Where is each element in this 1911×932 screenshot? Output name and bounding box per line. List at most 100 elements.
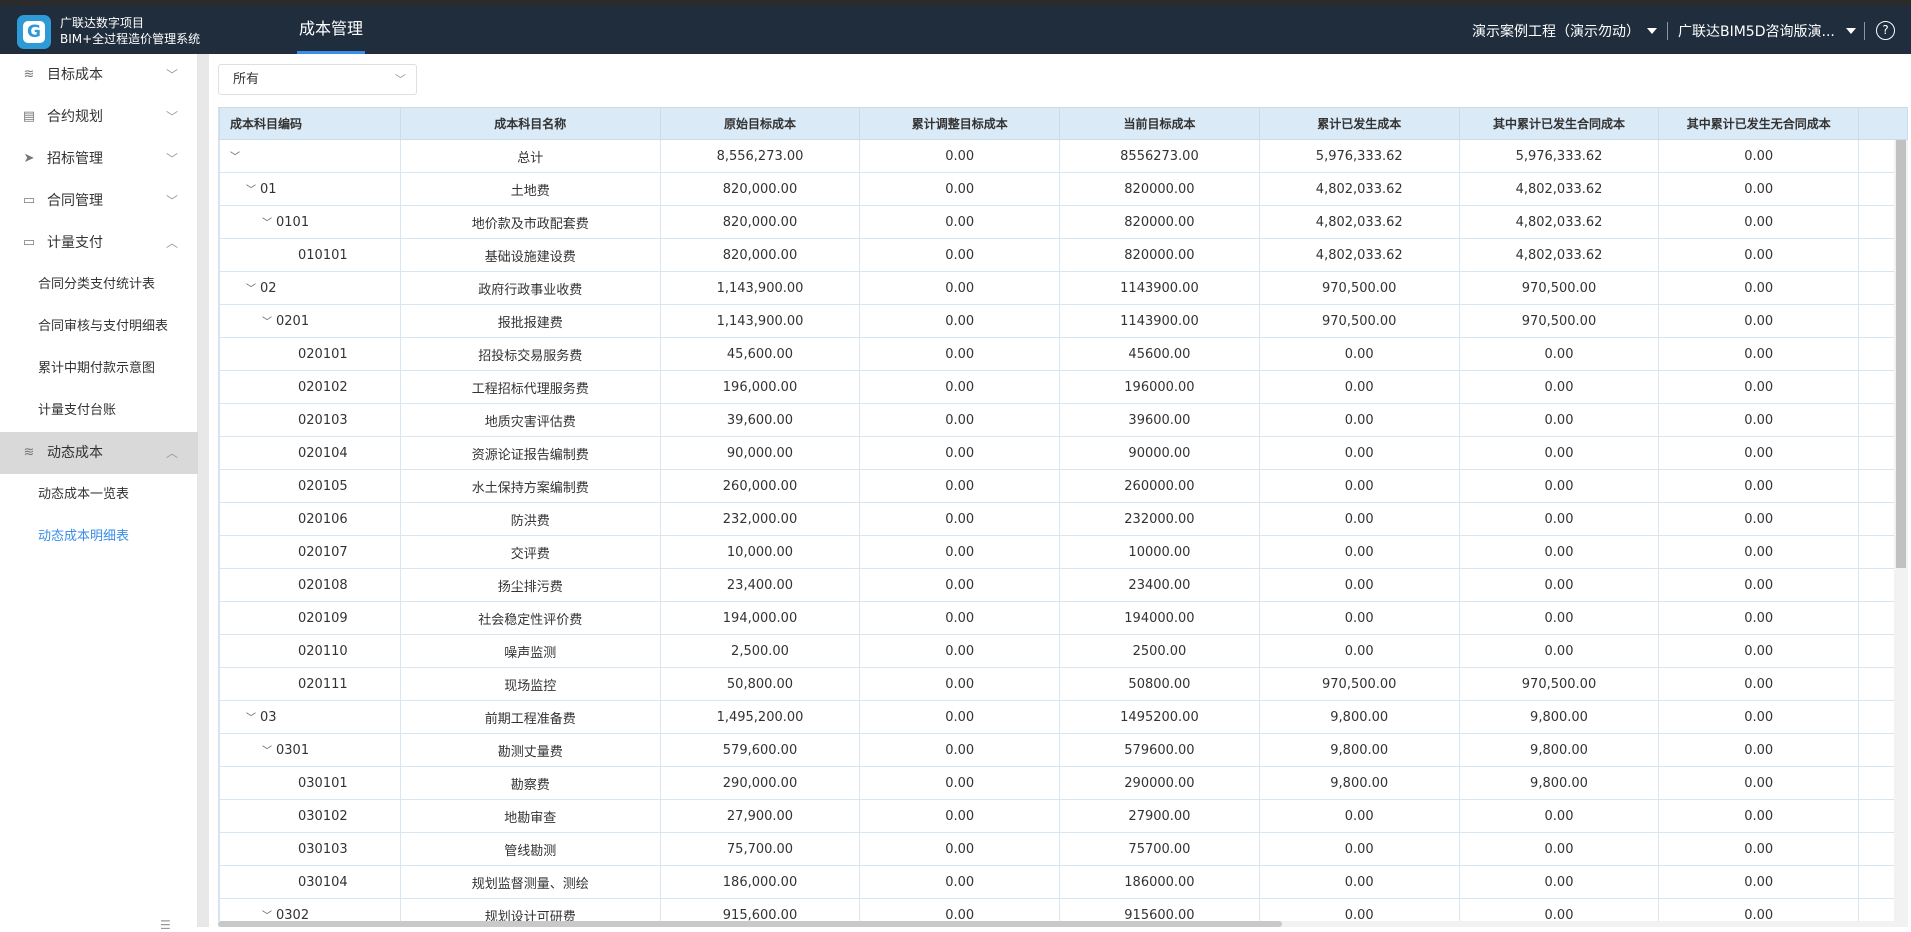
sidebar-item-dynamic-cost[interactable]: ≋ 动态成本 ︿ — [0, 432, 198, 474]
brand-title: 广联达数字项目 BIM+全过程造价管理系统 — [60, 15, 200, 47]
column-header[interactable]: 累计已发生成本 — [1258, 107, 1460, 140]
cell-adj: 0.00 — [859, 304, 1061, 338]
table-row[interactable]: 020101 招投标交易服务费 45,600.00 0.00 45600.00 0.00 0… — [219, 337, 1908, 371]
cell-code: 020110 — [219, 634, 401, 668]
tree-toggle-icon[interactable]: ﹀ — [246, 709, 260, 724]
org-selector[interactable]: 广联达BIM5D咨询版演... — [1678, 21, 1835, 41]
cell-cur: 8556273.00 — [1059, 139, 1260, 173]
sidebar-subitem[interactable]: 合同分类支付统计表 — [0, 264, 198, 306]
column-header[interactable]: 原始目标成本 — [659, 107, 861, 140]
app-logo[interactable]: G — [17, 15, 51, 49]
sidebar-item-payment[interactable]: ▭ 计量支付 ︿ — [0, 222, 198, 264]
cell-noncontract: 0.00 — [1658, 601, 1860, 635]
cell-occ: 0.00 — [1258, 601, 1460, 635]
chevron-down-icon: ﹀ — [395, 73, 406, 86]
chevron-down-icon: ﹀ — [166, 110, 179, 124]
table-row[interactable]: ﹀ 01 土地费 820,000.00 0.00 820000.00 4,802,033.6… — [219, 172, 1908, 206]
sidebar-item-contract-planning[interactable]: ▤ 合约规划 ﹀ — [0, 96, 198, 138]
cell-cur: 186000.00 — [1059, 865, 1260, 899]
cell-code-text: 010101 — [298, 247, 348, 263]
sidebar-subitem-label: 计量支付台账 — [38, 403, 117, 418]
table-row[interactable]: ﹀ 0201 报批报建费 1,143,900.00 0.00 1143900.00 970,… — [219, 304, 1908, 338]
horizontal-scrollbar[interactable] — [218, 921, 1894, 927]
scroll-thumb[interactable] — [1896, 140, 1906, 568]
table-row[interactable]: 020111 现场监控 50,800.00 0.00 50800.00 970,500.0… — [219, 667, 1908, 701]
column-header[interactable]: 成本科目编码 — [219, 107, 401, 140]
sidebar-item-contracts[interactable]: ▭ 合同管理 ﹀ — [0, 180, 198, 222]
table-row[interactable]: 030103 管线勘测 75,700.00 0.00 75700.00 0.00 0.00 0… — [219, 832, 1908, 866]
column-header[interactable]: 其中累计已发生合同成本 — [1458, 107, 1660, 140]
tree-toggle-icon[interactable]: ﹀ — [246, 181, 260, 196]
sidebar-item-target-cost[interactable]: ≋ 目标成本 ﹀ — [0, 54, 198, 96]
table-row[interactable]: ﹀ 0101 地价款及市政配套费 820,000.00 0.00 820000.00 4,8… — [219, 205, 1908, 239]
sidebar-subitem[interactable]: 合同审核与支付明细表 — [0, 306, 198, 348]
table-row[interactable]: 030104 规划监督测量、测绘 186,000.00 0.00 186000.00 0.… — [219, 865, 1908, 899]
tree-toggle-icon[interactable]: ﹀ — [230, 148, 244, 163]
table-row[interactable]: 030101 勘察费 290,000.00 0.00 290000.00 9,800.00… — [219, 766, 1908, 800]
cell-cur: 196000.00 — [1059, 370, 1260, 404]
table-row[interactable]: 020106 防洪费 232,000.00 0.00 232000.00 0.00 0.00… — [219, 502, 1908, 536]
column-header[interactable]: 其中累计已发生无合同成本 — [1658, 107, 1860, 140]
cell-name: 社会稳定性评价费 — [399, 601, 661, 635]
coins-icon: ≋ — [23, 445, 35, 460]
table-row[interactable]: 020102 工程招标代理服务费 196,000.00 0.00 196000.00 0.… — [219, 370, 1908, 404]
vertical-scrollbar[interactable] — [1894, 140, 1908, 927]
sidebar-item-label: 计量支付 — [47, 235, 103, 251]
cell-code-text: 020108 — [298, 577, 348, 593]
cell-occ: 4,802,033.62 — [1258, 205, 1460, 239]
tree-toggle-icon[interactable]: ﹀ — [262, 742, 276, 757]
cell-code-text: 020105 — [298, 478, 348, 494]
org-caret-icon[interactable] — [1846, 28, 1856, 34]
chevron-up-icon: ︿ — [166, 446, 179, 460]
nav-tab-cost-management[interactable]: 成本管理 — [297, 6, 366, 54]
tree-toggle-icon[interactable]: ﹀ — [262, 313, 276, 328]
help-icon[interactable]: ? — [1876, 21, 1895, 40]
table-row[interactable]: 020104 资源论证报告编制费 90,000.00 0.00 90000.00 0.00… — [219, 436, 1908, 470]
column-header[interactable]: 累计调整目标成本 — [859, 107, 1061, 140]
table-row[interactable]: 020108 扬尘排污费 23,400.00 0.00 23400.00 0.00 0.00… — [219, 568, 1908, 602]
cell-code: 020106 — [219, 502, 401, 536]
table-row[interactable]: ﹀ 总计 8,556,273.00 0.00 8556273.00 5,976,333.6… — [219, 139, 1908, 173]
sidebar-subitem[interactable]: 动态成本一览表 — [0, 474, 198, 516]
cell-cur: 1495200.00 — [1059, 700, 1260, 734]
table-row[interactable]: 020105 水土保持方案编制费 260,000.00 0.00 260000.00 0.… — [219, 469, 1908, 503]
cell-noncontract: 0.00 — [1658, 436, 1860, 470]
send-icon: ➤ — [23, 151, 35, 166]
cell-contract: 0.00 — [1458, 568, 1660, 602]
sidebar-subitem[interactable]: 计量支付台账 — [0, 390, 198, 432]
filter-select[interactable]: 所有 ﹀ — [218, 64, 417, 95]
project-selector[interactable]: 演示案例工程（演示勿动） — [1472, 21, 1640, 41]
chevron-down-icon: ﹀ — [166, 194, 179, 208]
collapse-sidebar-icon[interactable]: ☰ — [160, 918, 171, 932]
cell-adj: 0.00 — [859, 601, 1061, 635]
table-row[interactable]: 020103 地质灾害评估费 39,600.00 0.00 39600.00 0.00 0.… — [219, 403, 1908, 437]
cell-noncontract: 0.00 — [1658, 403, 1860, 437]
project-caret-icon[interactable] — [1647, 28, 1657, 34]
table-row[interactable]: 030102 地勘审查 27,900.00 0.00 27900.00 0.00 0.00 0… — [219, 799, 1908, 833]
cell-noncontract: 0.00 — [1658, 799, 1860, 833]
table-row[interactable]: 010101 基础设施建设费 820,000.00 0.00 820000.00 4,80… — [219, 238, 1908, 272]
table-row[interactable]: ﹀ 02 政府行政事业收费 1,143,900.00 0.00 1143900.00 970… — [219, 271, 1908, 305]
cell-adj: 0.00 — [859, 865, 1061, 899]
sidebar-subitem-selected[interactable]: 动态成本明细表 — [0, 516, 198, 558]
table-row[interactable]: 020109 社会稳定性评价费 194,000.00 0.00 194000.00 0.0… — [219, 601, 1908, 635]
cell-contract: 0.00 — [1458, 370, 1660, 404]
cell-cur: 820000.00 — [1059, 172, 1260, 206]
sidebar-item-bidding[interactable]: ➤ 招标管理 ﹀ — [0, 138, 198, 180]
column-header[interactable]: 当前目标成本 — [1059, 107, 1260, 140]
table-row[interactable]: 020110 噪声监测 2,500.00 0.00 2500.00 0.00 0.00 0.0… — [219, 634, 1908, 668]
scroll-thumb[interactable] — [218, 921, 1282, 927]
tree-toggle-icon[interactable]: ﹀ — [262, 214, 276, 229]
tree-toggle-icon[interactable]: ﹀ — [246, 280, 260, 295]
cell-contract: 9,800.00 — [1458, 733, 1660, 767]
sidebar-subitem[interactable]: 累计中期付款示意图 — [0, 348, 198, 390]
tree-toggle-icon[interactable]: ﹀ — [262, 907, 276, 922]
cell-cur: 232000.00 — [1059, 502, 1260, 536]
table-row[interactable]: 020107 交评费 10,000.00 0.00 10000.00 0.00 0.00 0.… — [219, 535, 1908, 569]
cell-occ: 9,800.00 — [1258, 700, 1460, 734]
cell-adj: 0.00 — [859, 271, 1061, 305]
table-row[interactable]: ﹀ 03 前期工程准备费 1,495,200.00 0.00 1495200.00 9,80… — [219, 700, 1908, 734]
column-header[interactable]: 成本科目名称 — [399, 107, 661, 140]
cell-contract: 0.00 — [1458, 601, 1660, 635]
table-row[interactable]: ﹀ 0301 勘测丈量费 579,600.00 0.00 579600.00 9,800.0… — [219, 733, 1908, 767]
